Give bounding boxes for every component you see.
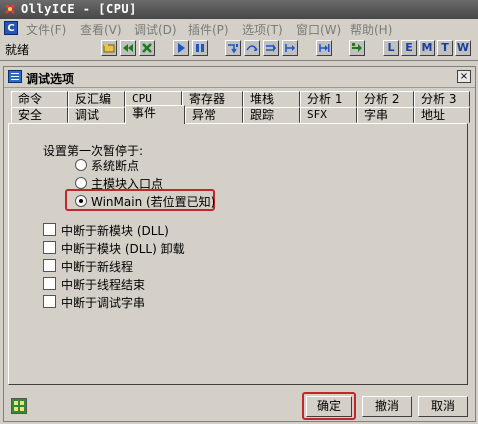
radio-system-breakpoint[interactable] xyxy=(75,159,87,171)
dialog-close-button[interactable]: × xyxy=(457,70,471,83)
tab-registers[interactable]: 寄存器 xyxy=(182,91,243,107)
tab-trace[interactable]: 跟踪 xyxy=(243,107,300,123)
step-into-icon xyxy=(228,44,238,54)
tab-analysis-2[interactable]: 分析 2 xyxy=(357,91,414,107)
animate-into-button[interactable] xyxy=(263,40,279,56)
menu-options[interactable]: 选项(T) xyxy=(242,21,283,38)
rewind-icon xyxy=(123,44,133,52)
app-icon[interactable]: C xyxy=(4,21,18,35)
dismiss-button[interactable]: 取消 xyxy=(418,396,468,417)
bug-icon xyxy=(4,3,16,15)
step-into-button[interactable] xyxy=(225,40,241,56)
close-x-icon xyxy=(142,43,152,53)
radio-main-entry[interactable] xyxy=(75,177,87,189)
dialog-titlebar: 调试选项 × xyxy=(4,67,475,88)
checkbox-label-break-new-module: 中断于新模块 (DLL) xyxy=(61,224,169,238)
step-over-icon xyxy=(246,45,258,51)
menu-debug[interactable]: 调试(D) xyxy=(134,21,177,38)
checkbox-break-new-module[interactable] xyxy=(43,223,56,236)
tab-debugging[interactable]: 调试 xyxy=(68,107,125,123)
dialog-title: 调试选项 xyxy=(26,72,75,86)
open-button[interactable] xyxy=(101,40,117,56)
tab-sfx[interactable]: SFX xyxy=(300,107,357,123)
ok-button[interactable]: 确定 xyxy=(306,396,352,417)
radio-label-system-breakpoint: 系统断点 xyxy=(91,159,140,173)
checkbox-break-debug-string[interactable] xyxy=(43,295,56,308)
tab-exceptions[interactable]: 异常 xyxy=(185,107,243,123)
checkbox-break-module-unload[interactable] xyxy=(43,241,56,254)
pause-button[interactable] xyxy=(192,40,208,56)
memory-map-button[interactable]: M xyxy=(419,40,435,56)
tab-disassembler[interactable]: 反汇编 xyxy=(68,91,125,107)
log-window-button[interactable]: L xyxy=(383,40,399,56)
pause-icon xyxy=(196,44,204,52)
restart-button[interactable] xyxy=(120,40,136,56)
checkbox-break-thread-end[interactable] xyxy=(43,277,56,290)
radio-label-winmain: WinMain (若位置已知) xyxy=(91,195,216,209)
menu-plugins[interactable]: 插件(P) xyxy=(188,21,229,38)
execute-till-return-button[interactable] xyxy=(316,40,332,56)
tab-commands[interactable]: 命令 xyxy=(11,91,68,107)
checkbox-label-break-module-unload: 中断于模块 (DLL) 卸载 xyxy=(61,242,185,256)
tab-events[interactable]: 事件 xyxy=(125,105,185,124)
close-program-button[interactable] xyxy=(139,40,155,56)
tab-strings[interactable]: 字串 xyxy=(357,107,414,123)
tab-security[interactable]: 安全 xyxy=(11,107,68,123)
run-button[interactable] xyxy=(173,40,189,56)
play-icon xyxy=(178,43,185,53)
list-icon xyxy=(8,70,22,83)
menu-window[interactable]: 窗口(W) xyxy=(296,21,341,38)
go-to-button[interactable] xyxy=(349,40,365,56)
radio-winmain[interactable] xyxy=(75,195,87,207)
animate-over-icon xyxy=(285,44,295,52)
grid-settings-icon[interactable] xyxy=(11,398,27,414)
checkbox-label-break-thread-end: 中断于线程结束 xyxy=(61,278,146,292)
checkbox-label-break-debug-string: 中断于调试字串 xyxy=(61,296,146,310)
animate-into-icon xyxy=(266,44,276,52)
windows-button[interactable]: W xyxy=(455,40,471,56)
checkbox-break-new-thread[interactable] xyxy=(43,259,56,272)
tab-analysis-3[interactable]: 分析 3 xyxy=(414,91,470,107)
return-icon xyxy=(319,44,330,52)
go-to-icon xyxy=(352,43,362,52)
checkbox-label-break-new-thread: 中断于新线程 xyxy=(61,260,134,274)
menu-view[interactable]: 查看(V) xyxy=(80,21,122,38)
threads-button[interactable]: T xyxy=(437,40,453,56)
tab-stack[interactable]: 堆栈 xyxy=(243,91,300,107)
step-over-button[interactable] xyxy=(244,40,260,56)
menu-bar: C 文件(F) 查看(V) 调试(D) 插件(P) 选项(T) 窗口(W) 帮助… xyxy=(0,19,478,38)
menu-file[interactable]: 文件(F) xyxy=(26,21,66,38)
window-titlebar: OllyICE - [CPU] xyxy=(0,0,478,19)
executable-modules-button[interactable]: E xyxy=(401,40,417,56)
toolbar: 就绪 L E M T W xyxy=(0,38,478,61)
animate-over-button[interactable] xyxy=(282,40,298,56)
cancel-button[interactable]: 撤消 xyxy=(362,396,412,417)
tab-analysis-1[interactable]: 分析 1 xyxy=(300,91,357,107)
folder-icon xyxy=(103,44,115,53)
status-text: 就绪 xyxy=(5,43,30,57)
window-title: OllyICE - [CPU] xyxy=(21,2,137,16)
menu-help[interactable]: 帮助(H) xyxy=(350,21,392,38)
tab-addresses[interactable]: 地址 xyxy=(414,107,470,123)
